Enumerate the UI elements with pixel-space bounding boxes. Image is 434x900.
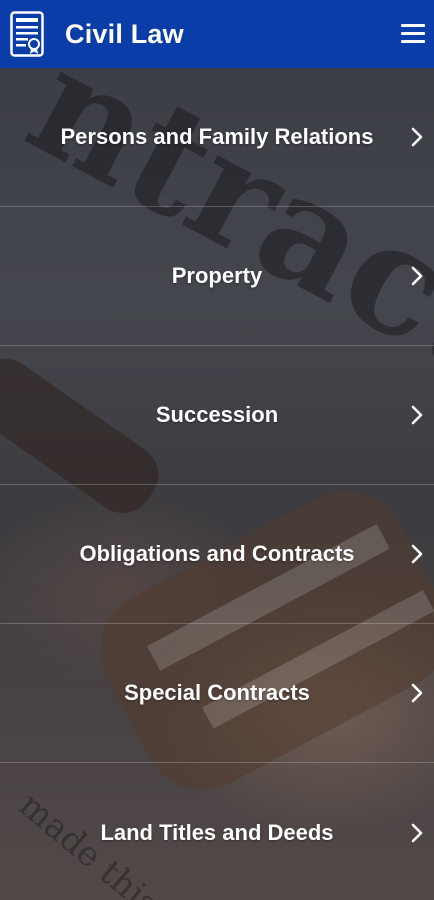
topic-label: Succession bbox=[155, 402, 279, 427]
chevron-right-icon bbox=[411, 823, 423, 842]
chevron-right-icon bbox=[411, 683, 423, 703]
chevron-right-icon bbox=[411, 405, 423, 425]
chevron-right-icon bbox=[411, 266, 423, 286]
topic-item-land-titles-and-deeds[interactable]: Land Titles and Deeds bbox=[0, 763, 434, 900]
topic-item-property[interactable]: Property bbox=[0, 207, 434, 346]
topic-label: Persons and Family Relations bbox=[60, 124, 374, 149]
topic-label: Property bbox=[171, 263, 263, 288]
topic-list: Persons and Family Relations Property Su… bbox=[0, 68, 434, 900]
legal-document-icon bbox=[10, 11, 44, 57]
app-screen: ntract made this Civil Law Persons and F… bbox=[0, 0, 434, 900]
app-title: Civil Law bbox=[65, 18, 184, 49]
topic-label: Obligations and Contracts bbox=[79, 541, 355, 566]
app-bar: Civil Law bbox=[0, 0, 434, 68]
chevron-right-icon bbox=[411, 544, 423, 564]
chevron-right-icon bbox=[411, 127, 423, 147]
topic-label: Land Titles and Deeds bbox=[100, 819, 334, 845]
topic-item-obligations-and-contracts[interactable]: Obligations and Contracts bbox=[0, 485, 434, 624]
hamburger-menu-icon[interactable] bbox=[401, 18, 429, 48]
topic-item-special-contracts[interactable]: Special Contracts bbox=[0, 624, 434, 763]
topic-label: Special Contracts bbox=[124, 680, 310, 705]
topic-item-succession[interactable]: Succession bbox=[0, 346, 434, 485]
topic-item-persons-and-family-relations[interactable]: Persons and Family Relations bbox=[0, 68, 434, 207]
